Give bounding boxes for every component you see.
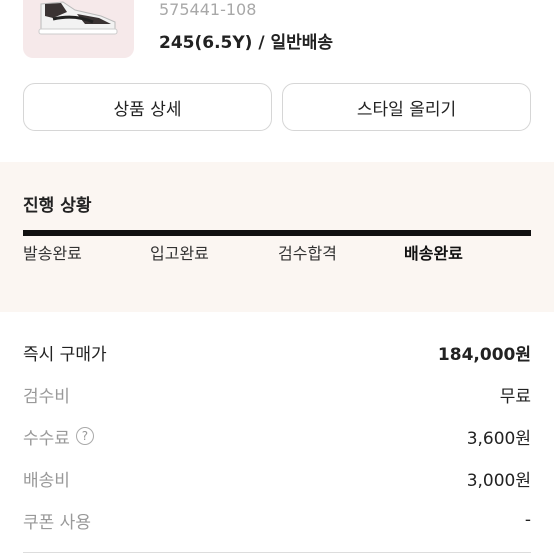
divider: [23, 552, 531, 553]
inspection-fee-label: 검수비: [23, 386, 70, 407]
buy-now-value: 184,000원: [437, 344, 531, 365]
shipping-fee-row: 배송비 3,000원: [23, 466, 531, 491]
step-shipped: 발송완료: [23, 244, 82, 263]
buy-now-price-row: 즉시 구매가 184,000원: [23, 340, 531, 365]
buy-now-label: 즉시 구매가: [23, 344, 107, 365]
product-thumbnail[interactable]: [23, 0, 134, 58]
sneaker-image: [38, 1, 118, 35]
progress-bar: [23, 230, 531, 236]
step-delivered: 배송완료: [404, 244, 463, 263]
coupon-label: 쿠폰 사용: [23, 512, 91, 533]
inspection-fee-value: 무료: [499, 386, 531, 407]
commission-row: 수수료 ? 3,600원: [23, 424, 531, 449]
post-style-button[interactable]: 스타일 올리기: [282, 83, 531, 131]
progress-panel: 진행 상황 발송완료 입고완료 검수합격 배송완료: [0, 162, 554, 312]
commission-label-group: 수수료 ?: [23, 424, 94, 449]
commission-label: 수수료: [23, 428, 70, 449]
coupon-value: -: [524, 510, 531, 530]
shipping-fee-label: 배송비: [23, 470, 70, 491]
product-detail-button[interactable]: 상품 상세: [23, 83, 272, 131]
product-sku: 575441-108: [159, 0, 257, 19]
help-icon[interactable]: ?: [75, 427, 94, 445]
progress-title: 진행 상황: [23, 196, 92, 216]
step-inspection-passed: 검수합격: [278, 244, 337, 263]
product-size-shipping: 245(6.5Y) / 일반배송: [159, 33, 334, 53]
inspection-fee-row: 검수비 무료: [23, 382, 531, 407]
shipping-fee-value: 3,000원: [466, 470, 531, 491]
step-warehoused: 입고완료: [150, 244, 209, 263]
commission-value: 3,600원: [466, 428, 531, 449]
coupon-row: 쿠폰 사용 -: [23, 508, 531, 533]
